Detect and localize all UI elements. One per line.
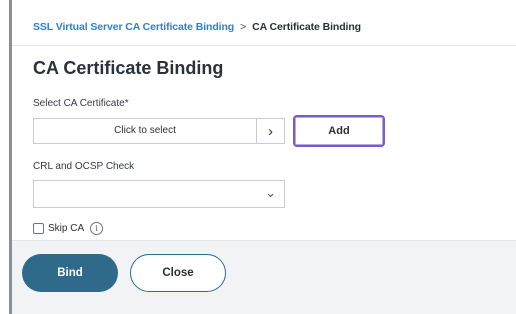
- breadcrumb: SSL Virtual Server CA Certificate Bindin…: [33, 21, 361, 33]
- bind-button[interactable]: Bind: [22, 254, 118, 292]
- page-title: CA Certificate Binding: [33, 58, 224, 78]
- breadcrumb-separator: >: [240, 21, 247, 33]
- crl-ocsp-check-dropdown[interactable]: ⌄: [33, 180, 285, 208]
- chevron-down-icon: ⌄: [265, 185, 276, 200]
- crl-ocsp-check-label: CRL and OCSP Check: [33, 161, 135, 172]
- skip-ca-row: Skip CA i: [33, 221, 104, 235]
- header-divider: [12, 45, 516, 46]
- skip-ca-checkbox[interactable]: [33, 222, 44, 234]
- breadcrumb-parent-link[interactable]: SSL Virtual Server CA Certificate Bindin…: [33, 21, 234, 33]
- dialog-panel: SSL Virtual Server CA Certificate Bindin…: [0, 0, 516, 314]
- info-icon[interactable]: i: [90, 221, 104, 235]
- breadcrumb-current: CA Certificate Binding: [252, 21, 361, 33]
- close-button[interactable]: Close: [130, 254, 226, 292]
- add-button[interactable]: Add: [293, 115, 385, 147]
- select-ca-certificate-field[interactable]: Click to select ›: [33, 118, 285, 144]
- chevron-right-icon[interactable]: ›: [256, 119, 284, 143]
- skip-ca-label[interactable]: Skip CA: [48, 223, 84, 234]
- select-ca-certificate-placeholder: Click to select: [114, 125, 176, 136]
- select-ca-certificate-label: Select CA Certificate*: [33, 98, 129, 109]
